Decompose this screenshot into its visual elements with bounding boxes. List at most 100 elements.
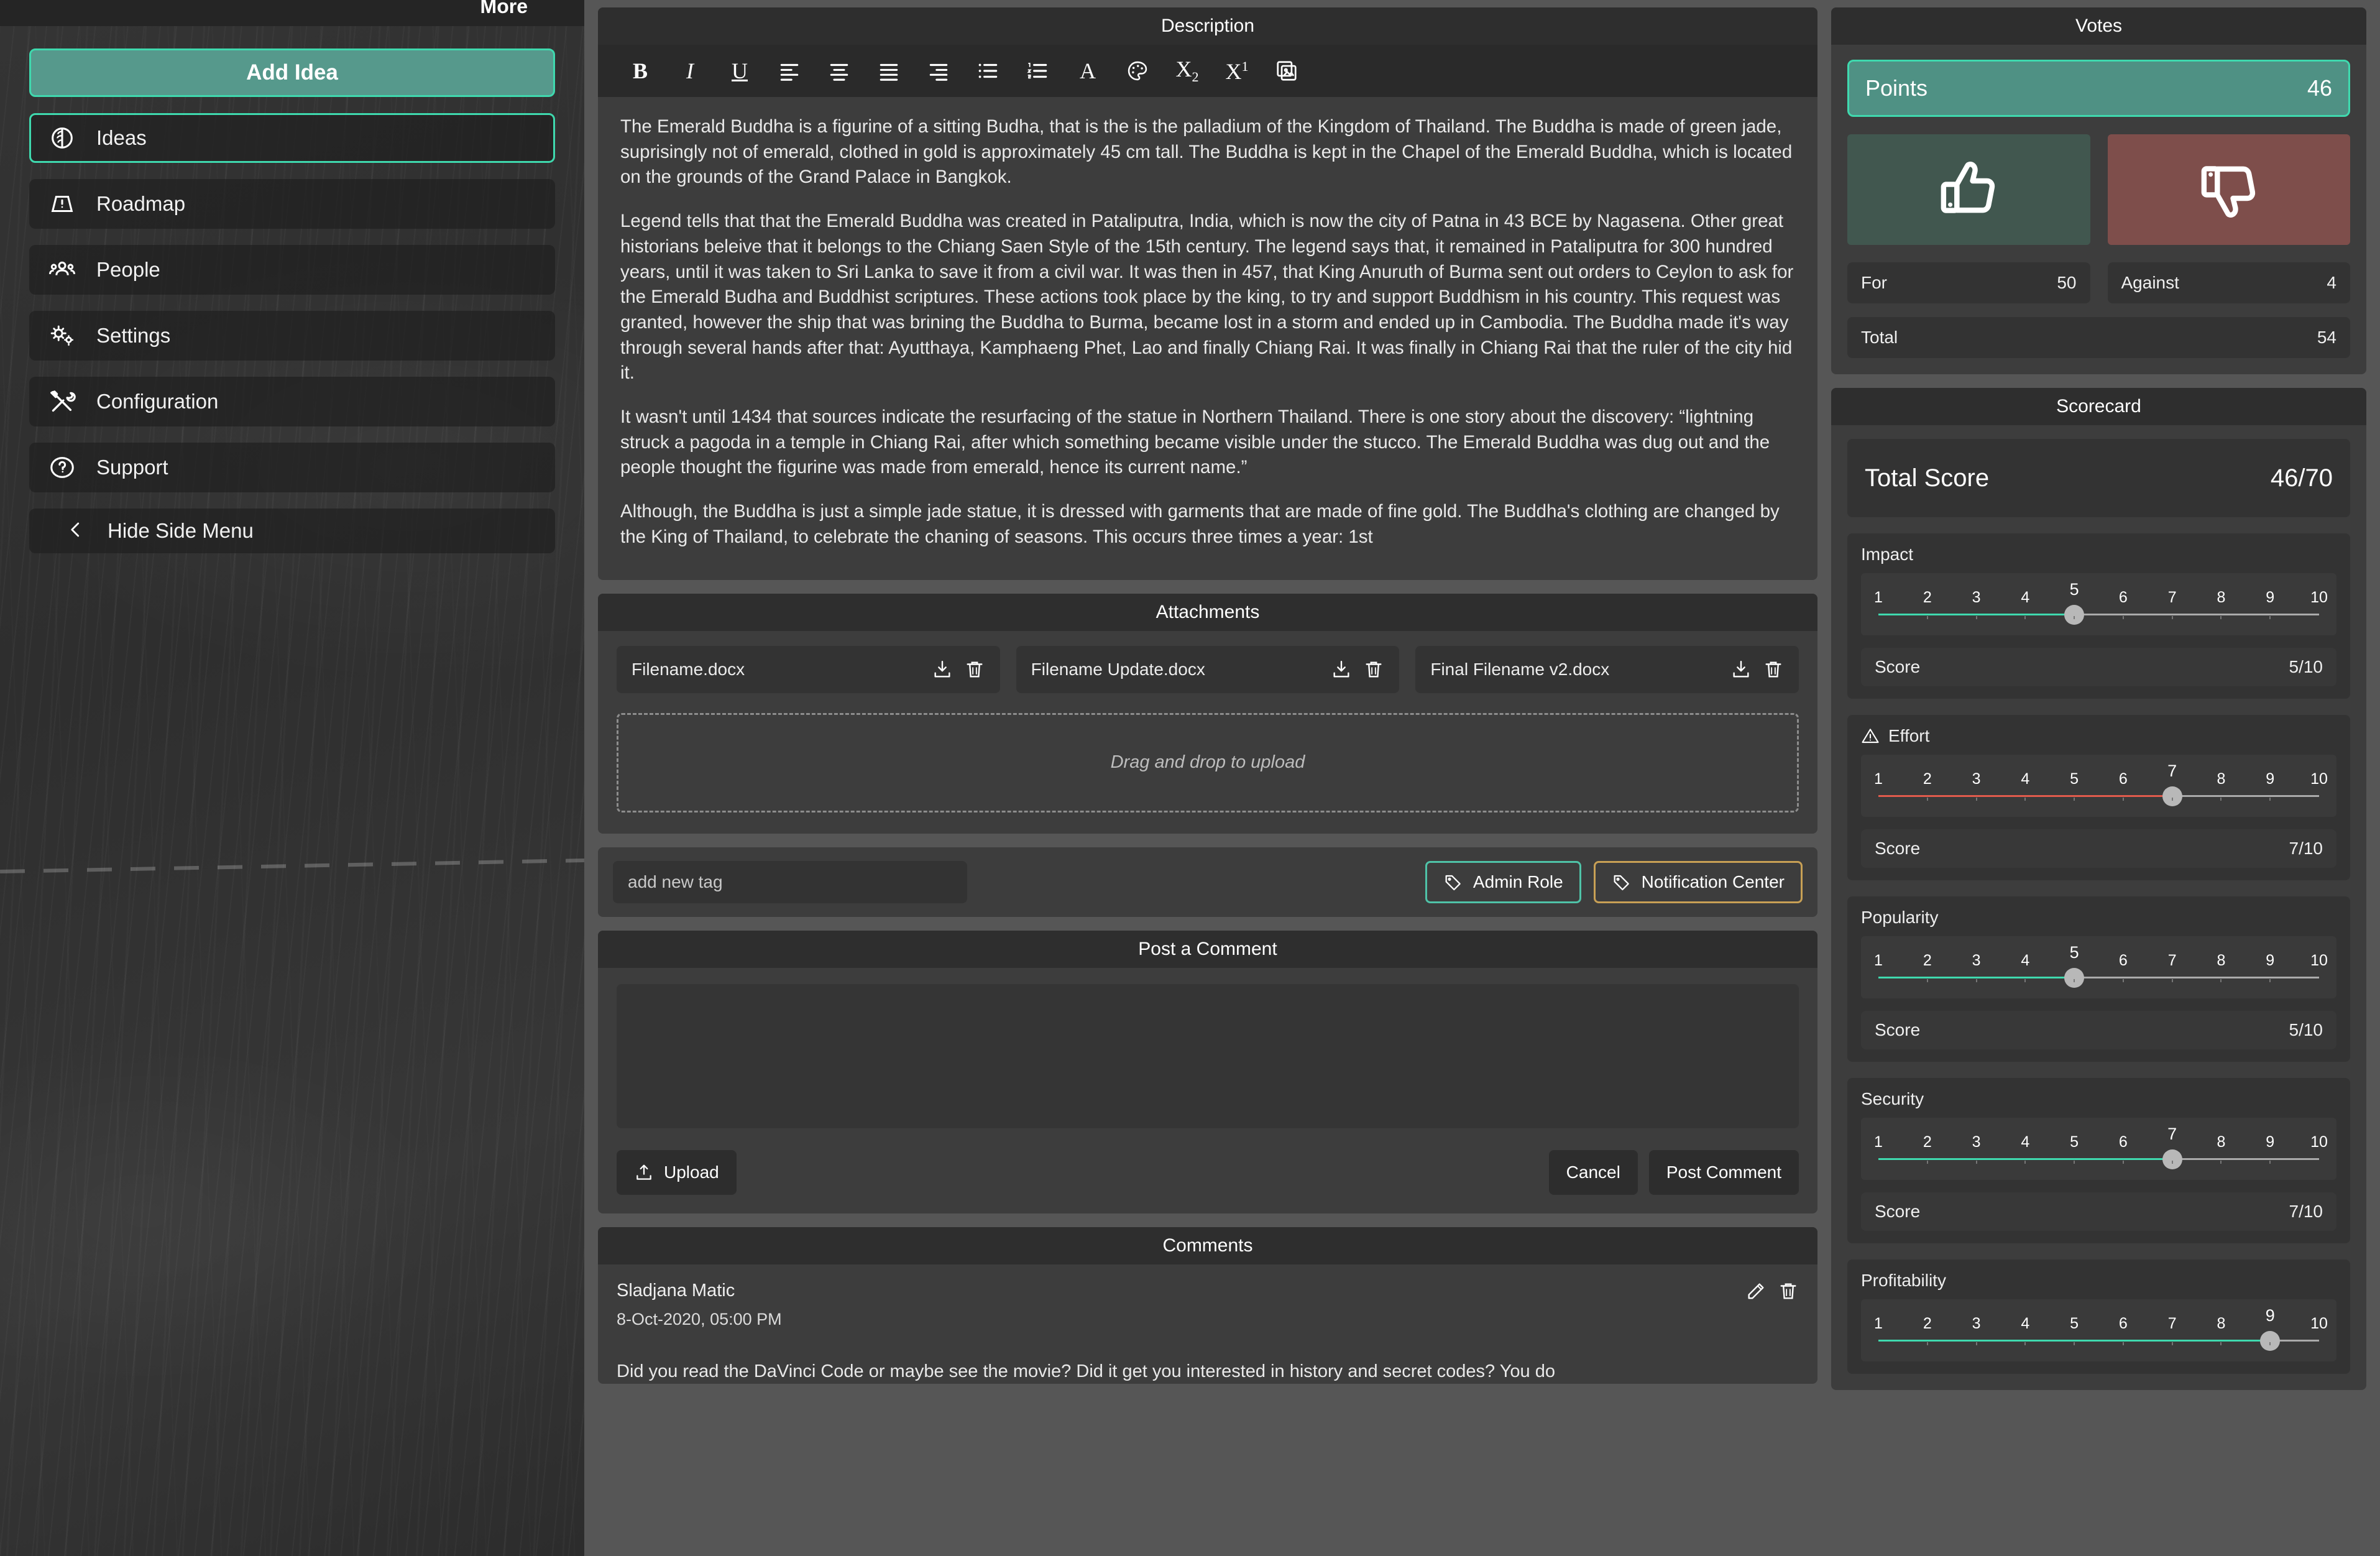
delete-icon[interactable] (1778, 1281, 1799, 1302)
sidebar-item-people[interactable]: People (29, 245, 555, 295)
subscript-icon[interactable]: X2 (1162, 52, 1212, 90)
slider-tick-label: 5 (2070, 1133, 2079, 1151)
slider-track (1878, 786, 2319, 806)
underline-icon[interactable]: U (715, 52, 765, 90)
vote-against-button[interactable] (2107, 134, 2350, 245)
slider-ticks: 1 2 3 4 5 6 7 8 9 10 (1874, 580, 2328, 607)
slider-tick-label: 3 (1972, 770, 1981, 788)
slider-minor-tick (2220, 979, 2222, 982)
tag-pill-admin-role[interactable]: Admin Role (1425, 860, 1581, 903)
slider-minor-tick (2074, 979, 2075, 982)
add-tag-input[interactable] (613, 860, 967, 903)
rich-text-toolbar: B I U A X2 X1 (598, 45, 1817, 97)
cancel-button[interactable]: Cancel (1548, 1149, 1638, 1195)
slider-handle[interactable] (2162, 786, 2182, 806)
font-color-icon[interactable]: A (1063, 52, 1113, 90)
post-comment-button[interactable]: Post Comment (1648, 1149, 1799, 1195)
tag-pill-notification-center[interactable]: Notification Center (1593, 860, 1803, 903)
comment-timestamp: 8-Oct-2020, 05:00 PM (617, 1309, 782, 1328)
download-icon[interactable] (1730, 659, 1752, 680)
tag-label: Admin Role (1473, 872, 1563, 891)
slider-handle[interactable] (2162, 1149, 2182, 1169)
bulleted-list-icon[interactable] (963, 52, 1013, 90)
score-value: 7/10 (2289, 1202, 2323, 1221)
votes-against-label: Against (2121, 273, 2179, 292)
numbered-list-icon[interactable] (1013, 52, 1063, 90)
criterion-slider[interactable]: 1 2 3 4 5 6 7 8 9 10 (1861, 1118, 2336, 1180)
criterion-slider[interactable]: 1 2 3 4 5 6 7 8 9 10 (1861, 755, 2336, 817)
sidebar-item-label: Support (96, 456, 168, 479)
criterion-label: Popularity (1861, 908, 1939, 927)
slider-minor-tick (2220, 1161, 2222, 1164)
sidebar-item-settings[interactable]: Settings (29, 311, 555, 361)
slider-minor-tick (2024, 798, 2026, 801)
palette-icon[interactable] (1113, 52, 1162, 90)
align-justify-icon[interactable] (864, 52, 914, 90)
align-center-icon[interactable] (814, 52, 864, 90)
download-icon[interactable] (1331, 659, 1352, 680)
slider-minor-tick (1975, 979, 1977, 982)
slider-tick-label: 9 (2266, 952, 2275, 969)
comment-textarea[interactable] (617, 983, 1799, 1128)
people-icon (48, 255, 76, 284)
align-left-icon[interactable] (765, 52, 814, 90)
slider-handle[interactable] (2260, 1331, 2281, 1351)
edit-icon[interactable] (1745, 1281, 1767, 1302)
vote-for-button[interactable] (1847, 134, 2090, 245)
download-icon[interactable] (932, 659, 953, 680)
criterion-label: Effort (1888, 726, 1930, 745)
votes-for-label: For (1861, 273, 1887, 292)
slider-tick-label: 4 (2021, 770, 2030, 788)
score-value: 7/10 (2289, 839, 2323, 858)
slider-minor-tick (1926, 1161, 1928, 1164)
sidebar-item-ideas[interactable]: Ideas (29, 113, 555, 163)
slider-tick-label: 4 (2021, 1315, 2030, 1332)
more-link[interactable]: More (480, 0, 528, 16)
criterion-slider[interactable]: 1 2 3 4 5 6 7 8 9 10 (1861, 1299, 2336, 1361)
slider-tick-label: 8 (2217, 1133, 2226, 1151)
attachment-item[interactable]: Final Filename v2.docx (1415, 645, 1799, 693)
criterion-score-row: Score 7/10 (1861, 1192, 2336, 1231)
slider-minor-tick (2269, 1161, 2271, 1164)
delete-icon[interactable] (1763, 659, 1784, 680)
slider-tick-label: 6 (2118, 1133, 2128, 1151)
attachment-item[interactable]: Filename.docx (617, 645, 1000, 693)
delete-icon[interactable] (1363, 659, 1384, 680)
sidebar-item-configuration[interactable]: Configuration (29, 377, 555, 426)
criterion-slider[interactable]: 1 2 3 4 5 6 7 8 9 10 (1861, 573, 2336, 635)
slider-minor-tick (2171, 979, 2173, 982)
votes-for-value: 50 (2057, 273, 2077, 292)
criterion-score-row: Score 5/10 (1861, 648, 2336, 686)
criterion-slider[interactable]: 1 2 3 4 5 6 7 8 9 10 (1861, 936, 2336, 998)
align-right-icon[interactable] (914, 52, 963, 90)
slider-tick-label: 7 (2167, 1315, 2177, 1332)
comments-card: Comments Sladjana Matic 8-Oct-2020, 05:0… (598, 1227, 1817, 1384)
upload-button[interactable]: Upload (617, 1149, 737, 1195)
insert-image-icon[interactable] (1262, 52, 1312, 90)
slider-tick-label: 5 (2069, 580, 2079, 599)
slider-minor-tick (2220, 616, 2222, 619)
sidebar-item-support[interactable]: Support (29, 443, 555, 492)
slider-minor-tick (2171, 1161, 2173, 1164)
attachment-item[interactable]: Filename Update.docx (1016, 645, 1400, 693)
slider-minor-tick (2220, 798, 2222, 801)
superscript-icon[interactable]: X1 (1212, 52, 1262, 90)
description-text[interactable]: The Emerald Buddha is a figurine of a si… (598, 97, 1817, 580)
upload-dropzone[interactable]: Drag and drop to upload (617, 712, 1799, 813)
slider-tick-label: 5 (2069, 943, 2079, 962)
delete-icon[interactable] (964, 659, 985, 680)
add-idea-button[interactable]: Add Idea (29, 48, 555, 97)
criterion-label: Impact (1861, 545, 1914, 564)
attachment-list: Filename.docx Filename Update.docx Final… (617, 645, 1799, 693)
slider-minor-tick (2269, 798, 2271, 801)
score-label: Score (1875, 839, 1921, 858)
bold-icon[interactable]: B (615, 52, 665, 90)
slider-handle[interactable] (2064, 605, 2085, 625)
hide-side-menu-button[interactable]: Hide Side Menu (29, 509, 555, 553)
slider-minor-tick (2269, 979, 2271, 982)
italic-icon[interactable]: I (665, 52, 715, 90)
sidebar-item-roadmap[interactable]: Roadmap (29, 179, 555, 229)
points-box[interactable]: Points 46 (1847, 60, 2350, 117)
description-card: Description B I U A X2 X1 The Emerald Bu… (598, 7, 1817, 580)
slider-handle[interactable] (2064, 968, 2085, 988)
